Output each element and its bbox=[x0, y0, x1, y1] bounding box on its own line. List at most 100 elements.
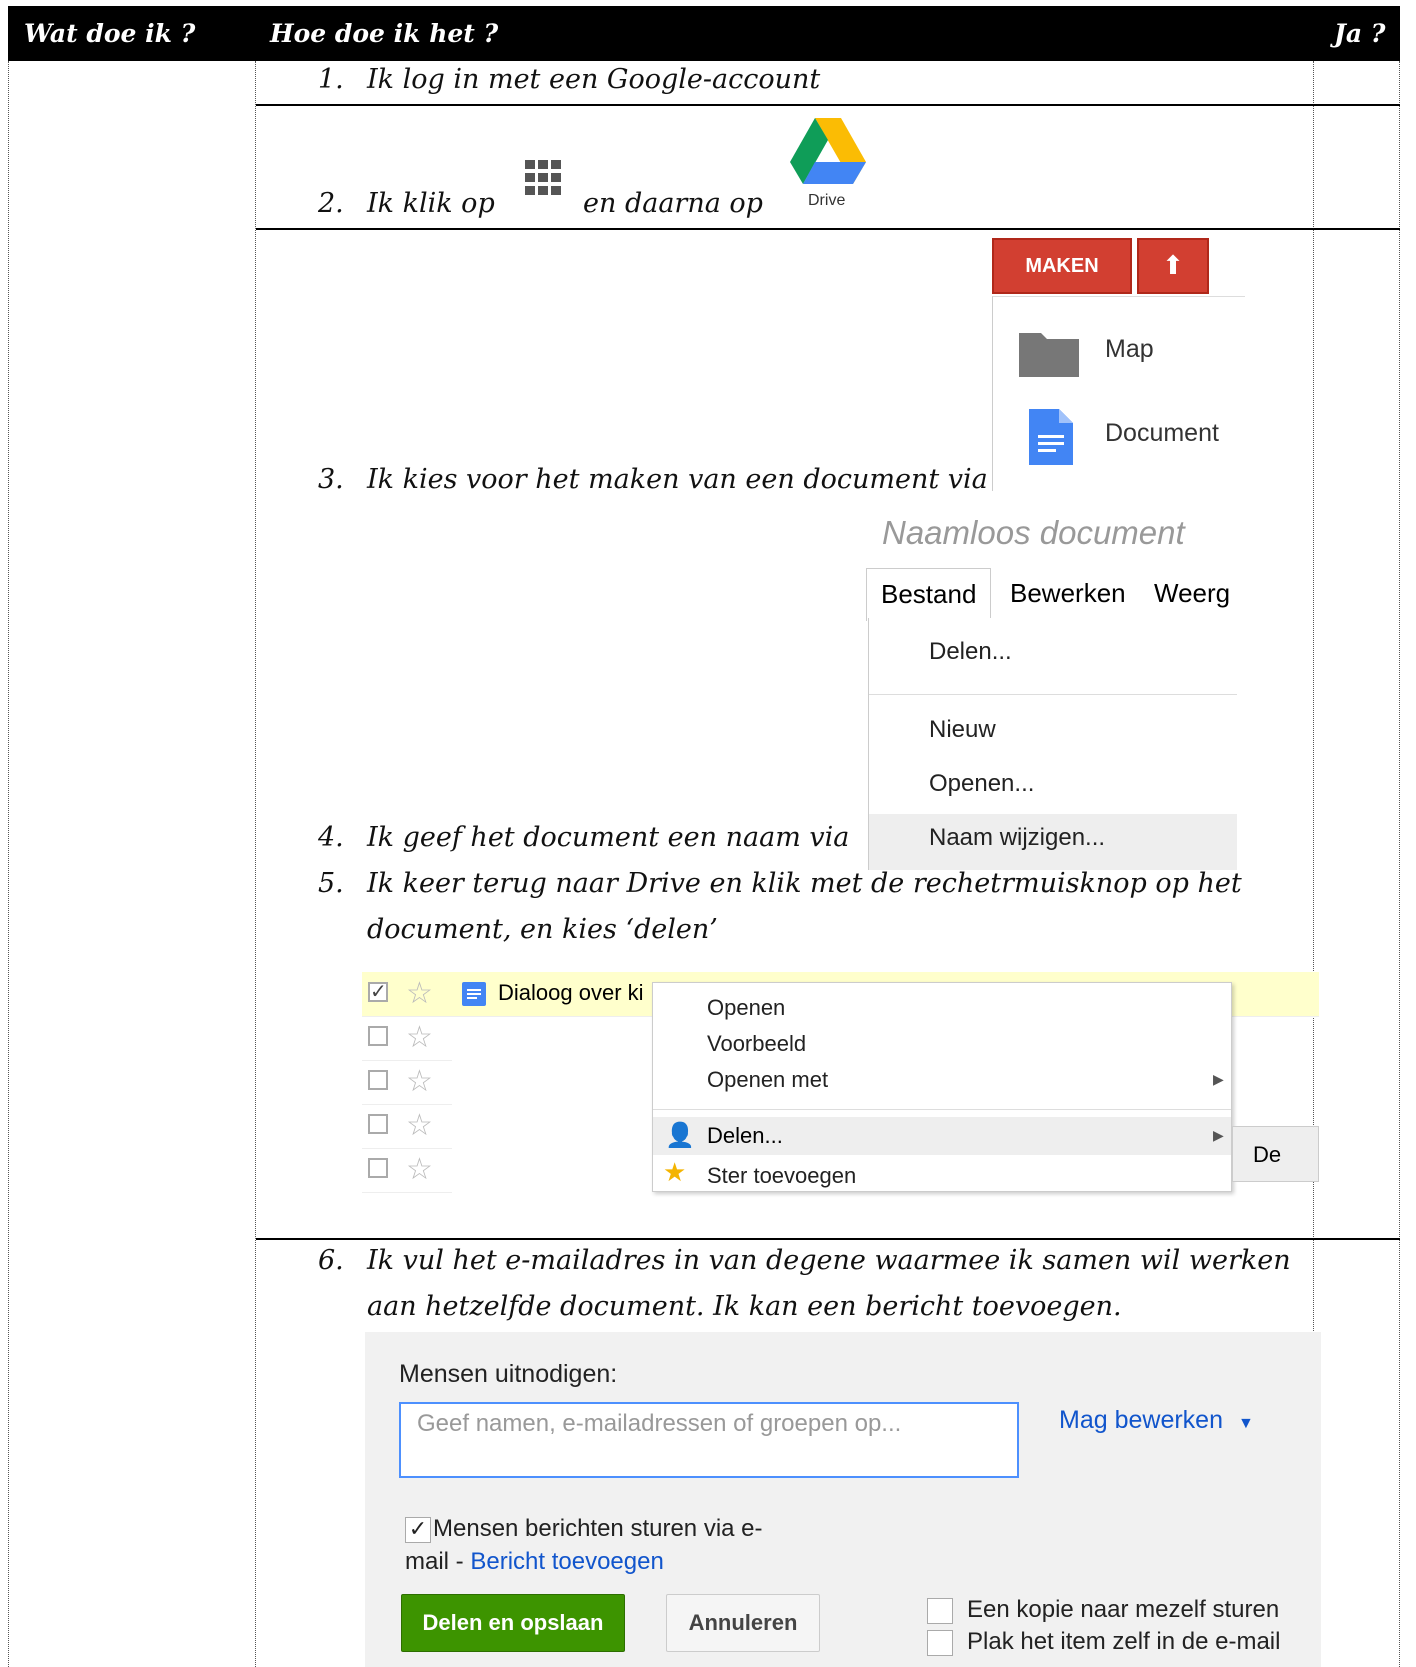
step-text-b: en daarna op bbox=[583, 188, 763, 219]
row-divider-1 bbox=[256, 104, 1400, 106]
doc-menubar: Bestand Bewerken Weerg bbox=[866, 562, 1236, 621]
delen-submenu[interactable]: De bbox=[1232, 1126, 1319, 1182]
menu-item-nieuw[interactable]: Nieuw bbox=[929, 716, 996, 744]
doc-menu-panel: Naamloos document Bestand Bewerken Weerg… bbox=[852, 514, 1237, 870]
checkbox[interactable] bbox=[927, 1629, 953, 1656]
menu-divider bbox=[869, 694, 1237, 695]
step-text-line2: document, en kies ‘delen’ bbox=[367, 914, 718, 945]
invite-placeholder: Geef namen, e-mailadressen of groepen op… bbox=[417, 1410, 902, 1437]
star-icon[interactable]: ☆ bbox=[406, 1020, 433, 1055]
menu-item-openen[interactable]: Openen... bbox=[929, 770, 1034, 798]
notify-checkbox[interactable]: ✓ bbox=[405, 1516, 431, 1543]
permission-label: Mag bewerken bbox=[1059, 1406, 1223, 1434]
header-hoe-doe-ik: Hoe doe ik het ? bbox=[270, 19, 499, 48]
file-row[interactable]: ☆ bbox=[362, 1104, 452, 1149]
chevron-down-icon: ▼ bbox=[1237, 1415, 1254, 1432]
star-filled-icon: ★ bbox=[663, 1157, 687, 1187]
star-icon[interactable]: ☆ bbox=[406, 1064, 433, 1099]
step-text: Ik kies voor het maken van een document … bbox=[367, 464, 988, 495]
doc-icon bbox=[462, 982, 486, 1006]
file-row[interactable]: ☆ bbox=[362, 1016, 452, 1061]
row-divider-2-ja bbox=[1313, 228, 1399, 230]
add-message-link[interactable]: Bericht toevoegen bbox=[470, 1548, 663, 1575]
menu-item-map[interactable]: Map bbox=[1001, 325, 1241, 385]
star-icon[interactable]: ☆ bbox=[406, 1108, 433, 1143]
row-divider-2 bbox=[256, 228, 1400, 230]
ctx-item-delen[interactable]: 👤 Delen... ▶ bbox=[653, 1117, 1231, 1155]
menu-bestand[interactable]: Bestand bbox=[866, 568, 992, 621]
ctx-item-label: Delen... bbox=[707, 1123, 783, 1148]
share-dialog: Mensen uitnodigen: Geef namen, e-mailadr… bbox=[365, 1332, 1321, 1667]
copy-to-self-option[interactable]: Een kopie naar mezelf sturen bbox=[927, 1596, 1279, 1624]
context-menu: Openen Voorbeeld Openen met ▶ 👤 Delen...… bbox=[652, 982, 1232, 1192]
maken-menu: Map Document bbox=[992, 296, 1245, 491]
menu-weergave[interactable]: Weerg bbox=[1154, 568, 1230, 618]
step-number: 6. bbox=[318, 1245, 344, 1276]
option-label: Plak het item zelf in de e-mail bbox=[967, 1628, 1281, 1655]
step-text-a: Ik klik op bbox=[367, 188, 495, 219]
google-drive-icon[interactable] bbox=[790, 118, 866, 184]
checkbox[interactable] bbox=[927, 1597, 953, 1624]
step-text: Ik keer terug naar Drive en klik met de … bbox=[367, 868, 1242, 899]
row-divider-3 bbox=[256, 1238, 1400, 1240]
doc-icon bbox=[1029, 409, 1073, 465]
permission-dropdown[interactable]: Mag bewerken ▼ bbox=[1059, 1406, 1254, 1435]
step-number: 1. bbox=[318, 64, 344, 95]
folder-icon bbox=[1019, 333, 1079, 377]
file-row[interactable]: ☆ bbox=[362, 1148, 452, 1193]
notify-label-2: mail - bbox=[405, 1548, 471, 1575]
column-divider-1 bbox=[255, 61, 256, 1667]
option-label: Een kopie naar mezelf sturen bbox=[967, 1596, 1280, 1623]
maken-button[interactable]: MAKEN bbox=[992, 238, 1132, 294]
file-row[interactable]: ☆ bbox=[362, 1060, 452, 1105]
column-border-right bbox=[1399, 61, 1400, 1667]
step-text: Ik vul het e-mailadres in van degene waa… bbox=[367, 1245, 1291, 1276]
star-icon[interactable]: ☆ bbox=[406, 976, 433, 1011]
upload-arrow-icon: ⬆ bbox=[1162, 250, 1184, 280]
star-icon[interactable]: ☆ bbox=[406, 1152, 433, 1187]
step-text: Ik log in met een Google-account bbox=[367, 64, 821, 95]
document-title[interactable]: Naamloos document bbox=[882, 514, 1185, 552]
upload-button[interactable]: ⬆ bbox=[1137, 238, 1209, 294]
step-number: 3. bbox=[318, 464, 344, 495]
share-save-button[interactable]: Delen en opslaan bbox=[401, 1594, 625, 1652]
menu-divider bbox=[653, 1109, 1231, 1110]
table-header: Wat doe ik ? Hoe doe ik het ? Ja ? bbox=[8, 6, 1400, 61]
row-divider-1-ja bbox=[1313, 104, 1399, 106]
chevron-right-icon: ▶ bbox=[1213, 1071, 1224, 1087]
ctx-item-openen-met[interactable]: Openen met bbox=[707, 1067, 828, 1093]
notify-option: ✓ Mensen berichten sturen via e- mail - B… bbox=[405, 1512, 763, 1578]
menu-bewerken[interactable]: Bewerken bbox=[1010, 568, 1126, 618]
checkbox[interactable] bbox=[368, 1026, 388, 1046]
checkbox[interactable] bbox=[368, 1158, 388, 1178]
paste-item-option[interactable]: Plak het item zelf in de e-mail bbox=[927, 1628, 1280, 1656]
step-text: Ik geef het document een naam via bbox=[367, 822, 850, 853]
ctx-item-voorbeeld[interactable]: Voorbeeld bbox=[707, 1031, 806, 1057]
step-number: 5. bbox=[318, 868, 344, 899]
header-ja: Ja ? bbox=[1334, 19, 1386, 48]
add-person-icon: 👤 bbox=[665, 1122, 695, 1149]
checkbox-checked[interactable]: ✓ bbox=[368, 982, 388, 1002]
menu-item-delen[interactable]: Delen... bbox=[929, 638, 1012, 666]
menu-item-naam-wijzigen[interactable]: Naam wijzigen... bbox=[869, 814, 1237, 870]
step-number: 2. bbox=[318, 188, 344, 219]
checkbox[interactable] bbox=[368, 1070, 388, 1090]
ctx-item-ster-toevoegen[interactable]: Ster toevoegen bbox=[707, 1163, 856, 1189]
menu-item-label: Map bbox=[1105, 335, 1154, 363]
row-divider-3-ja bbox=[1313, 1238, 1399, 1240]
menu-item-document[interactable]: Document bbox=[1001, 409, 1241, 469]
notify-label: Mensen berichten sturen via e- bbox=[433, 1515, 763, 1542]
step-number: 4. bbox=[318, 822, 344, 853]
apps-grid-icon[interactable] bbox=[525, 160, 561, 196]
step-text-line2: aan hetzelfde document. Ik kan een beric… bbox=[367, 1291, 1122, 1322]
checkbox[interactable] bbox=[368, 1114, 388, 1134]
ctx-item-openen[interactable]: Openen bbox=[707, 995, 785, 1021]
drive-label: Drive bbox=[808, 192, 846, 209]
menu-item-label: Naam wijzigen... bbox=[929, 824, 1106, 851]
cancel-button[interactable]: Annuleren bbox=[666, 1594, 820, 1652]
column-border-left bbox=[8, 61, 9, 1667]
menu-item-label: Document bbox=[1105, 419, 1219, 447]
header-wat-doe-ik: Wat doe ik ? bbox=[24, 19, 196, 48]
file-name[interactable]: Dialoog over ki bbox=[498, 980, 644, 1006]
invite-input[interactable]: Geef namen, e-mailadressen of groepen op… bbox=[399, 1402, 1019, 1478]
